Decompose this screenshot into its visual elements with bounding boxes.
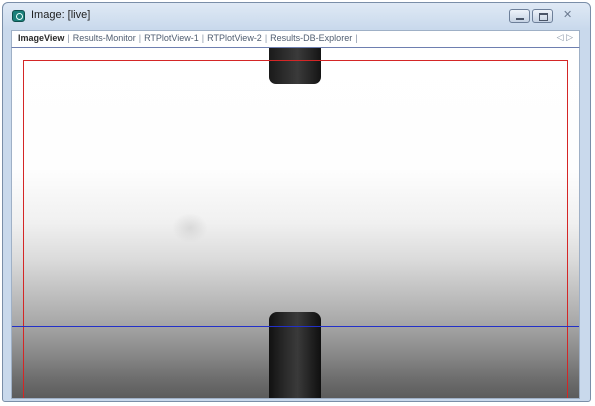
tab-separator: | <box>264 33 268 43</box>
minimize-button[interactable] <box>509 9 530 23</box>
tab-list: ImageView | Results-Monitor | RTPlotView-1 | R… <box>17 33 360 43</box>
tab-scroll-left-icon[interactable]: ◁ <box>557 32 564 42</box>
tab-imageview[interactable]: ImageView <box>17 33 65 43</box>
close-button[interactable]: ✕ <box>555 9 580 23</box>
tab-rtplotview-1[interactable]: RTPlotView-1 <box>143 33 200 43</box>
title-bar[interactable]: Image: [live] ✕ <box>3 3 590 29</box>
window-controls: ✕ <box>509 9 580 23</box>
close-icon: ✕ <box>563 9 573 21</box>
measurement-line[interactable] <box>12 326 579 327</box>
tab-results-db-explorer[interactable]: Results-DB-Explorer <box>269 33 353 43</box>
roi-rectangle[interactable] <box>23 60 568 398</box>
tab-separator: | <box>201 33 205 43</box>
live-image-view[interactable] <box>11 47 580 399</box>
tab-bar: ImageView | Results-Monitor | RTPlotView-1 | R… <box>11 30 580 47</box>
tab-separator: | <box>138 33 142 43</box>
camera-icon <box>12 10 25 22</box>
tab-results-monitor[interactable]: Results-Monitor <box>72 33 137 43</box>
tab-scroll-right-icon[interactable]: ▷ <box>566 32 573 42</box>
image-window: Image: [live] ✕ ImageView | Results-Monito… <box>2 2 591 402</box>
tab-separator: | <box>355 33 358 43</box>
window-title: Image: [live] <box>31 9 91 21</box>
tab-separator: | <box>67 33 70 43</box>
tab-rtplotview-2[interactable]: RTPlotView-2 <box>206 33 263 43</box>
tab-scroll-arrows: ◁ ▷ <box>557 32 573 43</box>
maximize-button[interactable] <box>532 9 553 23</box>
